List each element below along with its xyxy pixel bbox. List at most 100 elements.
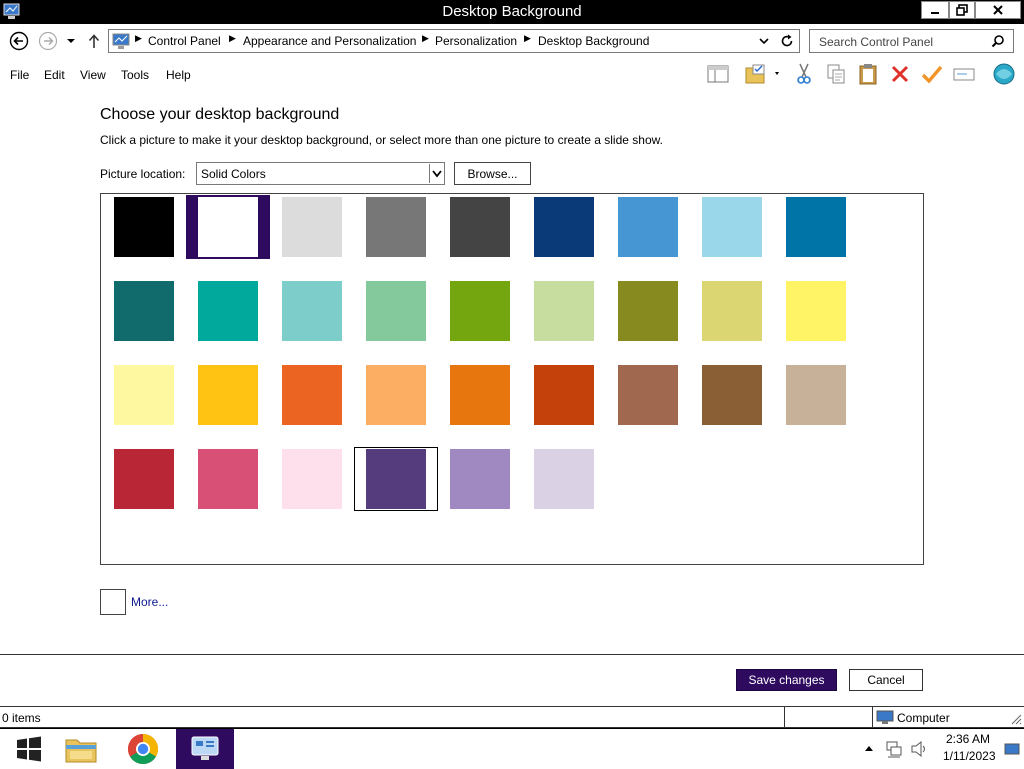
color-swatch[interactable] [282, 281, 342, 341]
color-swatch-grid [100, 193, 924, 565]
restore-button[interactable] [949, 1, 975, 19]
color-swatch[interactable] [114, 281, 174, 341]
more-colors-link[interactable]: More... [131, 595, 168, 609]
breadcrumb-desktop-background[interactable]: Desktop Background [538, 34, 649, 48]
rename-icon [953, 68, 975, 81]
item-count: 0 items [2, 711, 41, 725]
menu-tools[interactable]: Tools [121, 68, 149, 82]
color-swatch[interactable] [114, 365, 174, 425]
taskbar-chrome[interactable] [114, 729, 172, 769]
color-swatch[interactable] [450, 197, 510, 257]
address-bar[interactable]: ▶ Control Panel ▶ Appearance and Persona… [108, 29, 800, 53]
close-button[interactable] [975, 1, 1021, 19]
color-swatch[interactable] [534, 449, 594, 509]
close-icon [993, 5, 1003, 15]
restore-icon [956, 4, 968, 16]
color-swatch[interactable] [450, 281, 510, 341]
minimize-button[interactable] [921, 1, 949, 19]
color-swatch[interactable] [282, 365, 342, 425]
picture-location-value: Solid Colors [201, 167, 266, 181]
dropdown-arrow-button[interactable] [429, 164, 443, 183]
breadcrumb-control-panel[interactable]: Control Panel [148, 34, 221, 48]
chevron-down-icon[interactable] [759, 38, 769, 46]
layout-pane-button[interactable] [706, 62, 730, 86]
computer-icon [876, 710, 894, 724]
up-button[interactable] [84, 30, 104, 52]
delete-button[interactable] [888, 62, 912, 86]
delete-x-icon [891, 65, 909, 83]
color-swatch[interactable] [366, 281, 426, 341]
color-swatch[interactable] [702, 365, 762, 425]
network-icon[interactable] [885, 740, 903, 758]
color-swatch[interactable] [618, 197, 678, 257]
status-divider [784, 707, 785, 728]
color-swatch[interactable] [534, 365, 594, 425]
taskbar-file-explorer[interactable] [52, 729, 110, 769]
show-hidden-icons-icon[interactable] [864, 744, 874, 752]
control-panel-icon [112, 33, 130, 49]
status-bar: 0 items Computer [0, 706, 1024, 728]
save-changes-button[interactable]: Save changes [736, 669, 837, 691]
clock-time[interactable]: 2:36 AM [946, 732, 990, 746]
clock-date[interactable]: 1/11/2023 [943, 749, 996, 763]
picture-location-dropdown[interactable]: Solid Colors [196, 162, 445, 185]
forward-button[interactable] [37, 30, 59, 52]
back-arrow-icon [9, 31, 29, 51]
paste-button[interactable] [856, 62, 880, 86]
rename-button[interactable] [952, 62, 976, 86]
color-swatch[interactable] [114, 197, 174, 257]
resize-grip-icon[interactable] [1010, 713, 1022, 725]
divider [0, 654, 1024, 655]
taskbar-control-panel[interactable] [176, 729, 234, 769]
color-swatch[interactable] [618, 365, 678, 425]
show-desktop-icon[interactable] [1004, 743, 1020, 755]
color-swatch[interactable] [366, 449, 426, 509]
cancel-button[interactable]: Cancel [849, 669, 923, 691]
color-swatch[interactable] [702, 197, 762, 257]
recent-pages-button[interactable] [62, 30, 80, 52]
color-swatch[interactable] [366, 365, 426, 425]
menu-view[interactable]: View [80, 68, 106, 82]
color-swatch[interactable] [786, 197, 846, 257]
browse-button[interactable]: Browse... [454, 162, 531, 185]
color-swatch[interactable] [702, 281, 762, 341]
start-button[interactable] [0, 729, 58, 769]
color-swatch[interactable] [786, 365, 846, 425]
color-swatch[interactable] [114, 449, 174, 509]
volume-icon[interactable] [910, 740, 928, 758]
color-swatch[interactable] [786, 281, 846, 341]
color-swatch[interactable] [282, 449, 342, 509]
color-swatch[interactable] [198, 197, 258, 257]
breadcrumb-appearance[interactable]: Appearance and Personalization [243, 34, 416, 48]
color-swatch[interactable] [198, 365, 258, 425]
color-swatch[interactable] [534, 197, 594, 257]
chevron-down-icon [67, 39, 75, 43]
more-color-swatch[interactable] [100, 589, 126, 615]
color-swatch[interactable] [198, 449, 258, 509]
menu-edit[interactable]: Edit [44, 68, 65, 82]
color-swatch[interactable] [534, 281, 594, 341]
color-swatch[interactable] [198, 281, 258, 341]
color-swatch[interactable] [366, 197, 426, 257]
cut-button[interactable] [792, 62, 816, 86]
back-button[interactable] [8, 30, 30, 52]
breadcrumb-separator: ▶ [229, 33, 236, 43]
search-icon[interactable] [991, 34, 1005, 48]
folder-options-button[interactable] [744, 62, 780, 86]
menu-file[interactable]: File [10, 68, 29, 82]
search-input[interactable]: Search Control Panel [809, 29, 1014, 53]
refresh-icon[interactable] [780, 34, 794, 48]
file-explorer-icon [65, 739, 97, 763]
copy-button[interactable] [824, 62, 848, 86]
page-description: Click a picture to make it your desktop … [100, 133, 663, 147]
properties-button[interactable] [920, 62, 944, 86]
color-swatch[interactable] [282, 197, 342, 257]
breadcrumb-personalization[interactable]: Personalization [435, 34, 517, 48]
color-swatch[interactable] [450, 365, 510, 425]
color-swatch[interactable] [450, 449, 510, 509]
menu-help[interactable]: Help [166, 68, 191, 82]
window-title: Desktop Background [442, 3, 582, 20]
shell-button[interactable] [990, 62, 1018, 86]
color-swatch[interactable] [618, 281, 678, 341]
up-arrow-icon [88, 34, 100, 48]
